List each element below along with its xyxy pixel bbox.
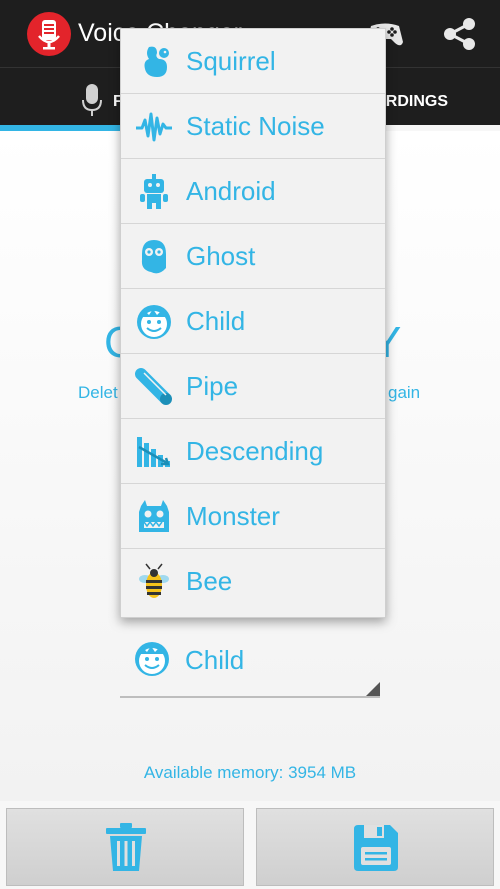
child-icon (135, 303, 173, 341)
dropdown-item-label: Bee (186, 566, 233, 596)
app-logo-icon (27, 12, 71, 56)
voice-effect-dropdown: Squirrel Static Noise Android Ghost Chil… (120, 28, 386, 618)
squirrel-icon (135, 43, 173, 81)
bee-icon (135, 563, 173, 601)
dropdown-item-monster[interactable]: Monster (121, 484, 385, 549)
static-noise-icon (135, 108, 173, 146)
child-icon (133, 640, 171, 678)
share-icon (444, 18, 475, 50)
dropdown-item-label: Descending (186, 436, 324, 466)
save-icon (354, 825, 398, 871)
dropdown-item-ghost[interactable]: Ghost (121, 224, 385, 289)
dropdown-item-label: Android (186, 176, 276, 206)
tab-recordings-label: RDINGS (385, 93, 448, 110)
share-button[interactable] (438, 12, 482, 56)
dropdown-item-label: Squirrel (186, 46, 276, 76)
delete-button[interactable] (6, 808, 244, 886)
dropdown-item-static-noise[interactable]: Static Noise (121, 94, 385, 159)
dropdown-item-child[interactable]: Child (121, 289, 385, 354)
dropdown-item-bee[interactable]: Bee (121, 549, 385, 614)
ghost-icon (135, 238, 173, 276)
monster-icon (135, 498, 173, 536)
dropdown-item-android[interactable]: Android (121, 159, 385, 224)
dropdown-item-descending[interactable]: Descending (121, 419, 385, 484)
save-button[interactable] (256, 808, 494, 886)
pipe-icon (135, 368, 173, 406)
available-memory: Available memory: 3954 MB (143, 763, 357, 782)
dropdown-item-label: Pipe (186, 371, 239, 401)
dropdown-item-label: Ghost (186, 241, 256, 271)
dropdown-item-label: Monster (186, 501, 280, 531)
descending-icon (135, 433, 173, 471)
dropdown-item-pipe[interactable]: Pipe (121, 354, 385, 419)
hint-text-right: gain (388, 383, 421, 402)
dropdown-item-label: Child (186, 306, 246, 336)
voice-effect-spinner[interactable]: Child (120, 628, 380, 698)
spinner-selected-label: Child (185, 645, 245, 675)
spinner-arrow-icon (366, 682, 380, 696)
microphone-icon (82, 84, 102, 116)
dropdown-item-label: Static Noise (186, 111, 325, 141)
android-icon (135, 173, 173, 211)
dropdown-item-squirrel[interactable]: Squirrel (121, 29, 385, 94)
hint-text-left: Delet (78, 383, 118, 402)
trash-icon (106, 823, 146, 871)
